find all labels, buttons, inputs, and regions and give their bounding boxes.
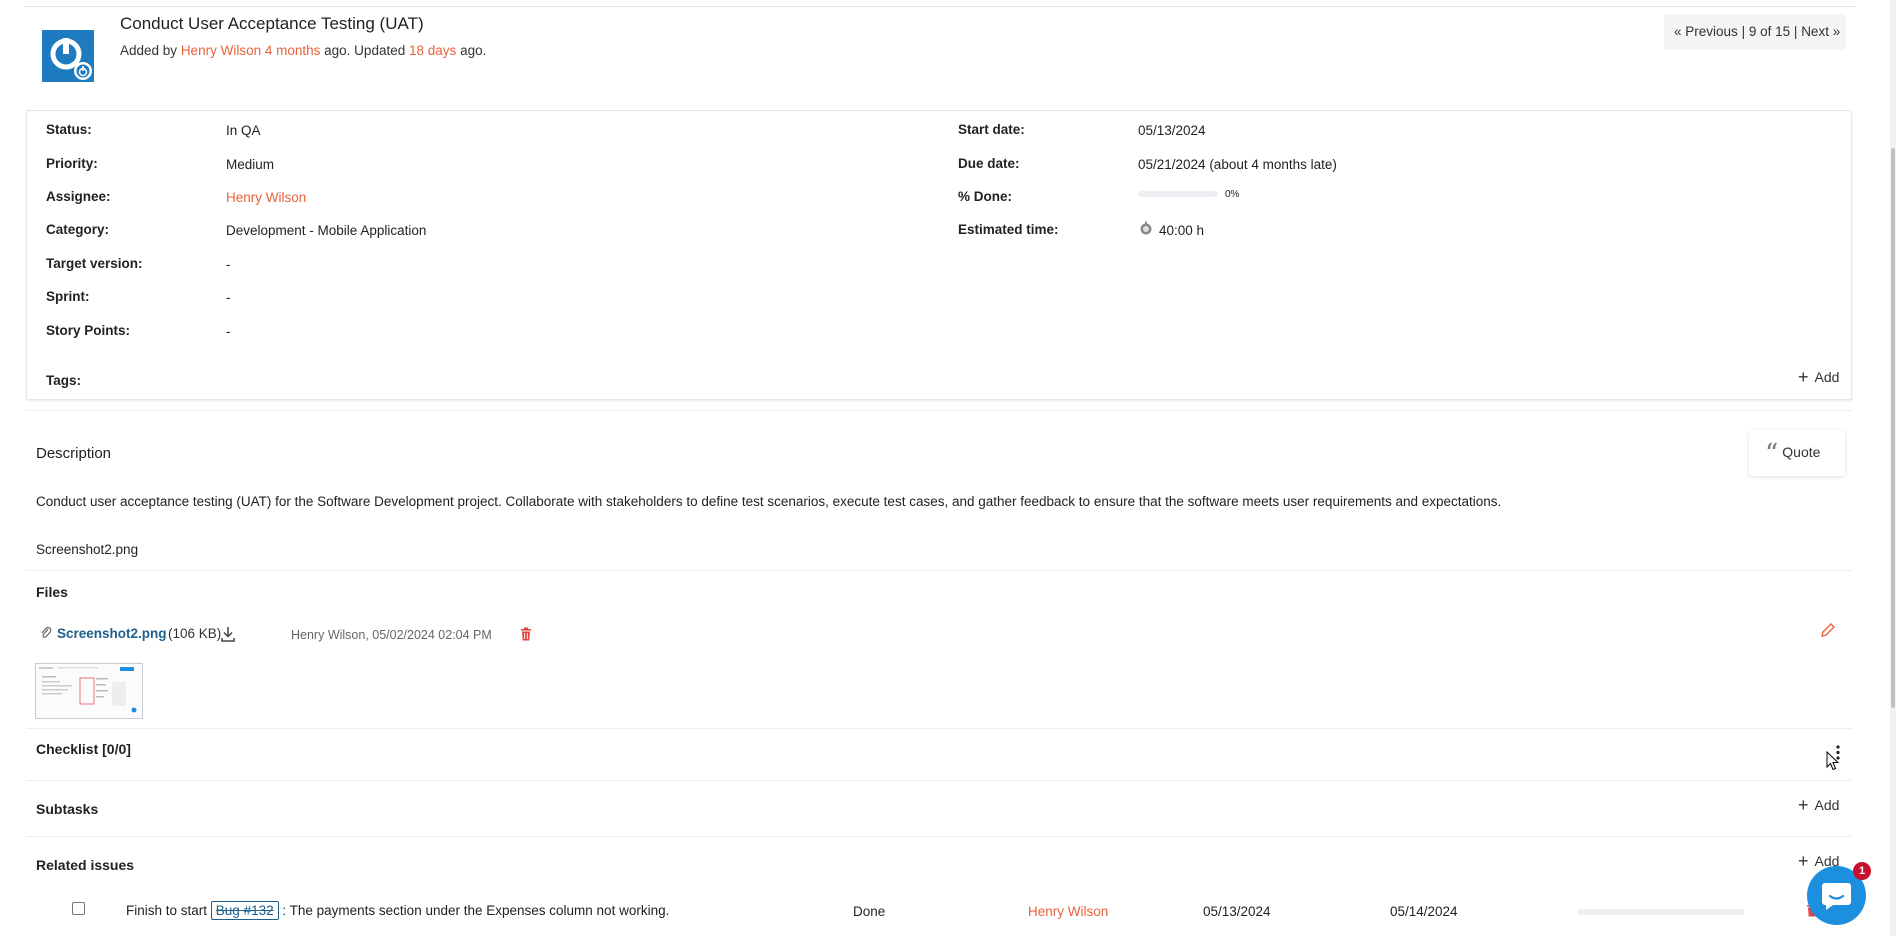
divider — [26, 836, 1852, 837]
pager-sep-1: | — [1741, 24, 1746, 39]
chat-badge-count: 1 — [1858, 865, 1866, 877]
attribute-label: Story Points: — [46, 323, 131, 338]
attribute-value: - — [226, 290, 231, 305]
download-icon[interactable] — [220, 626, 236, 645]
files-heading: Files — [36, 584, 68, 600]
divider — [26, 410, 1852, 411]
divider — [26, 780, 1852, 781]
done-label: % Done: — [958, 189, 1012, 204]
author-link[interactable]: Henry Wilson — [181, 43, 261, 58]
attributes-card — [26, 110, 1852, 400]
subtasks-heading: Subtasks — [36, 801, 99, 817]
add-tag-label: Add — [1814, 369, 1840, 385]
add-tag-button[interactable]: + Add — [1798, 366, 1839, 387]
related-issue-due-date: 05/14/2024 — [1390, 904, 1458, 919]
attribute-label: Category: — [46, 222, 110, 237]
checklist-heading: Checklist [0/0] — [36, 741, 131, 757]
issue-title: Conduct User Acceptance Testing (UAT) — [120, 14, 424, 33]
attribute-value: - — [226, 324, 231, 339]
description-heading: Description — [36, 445, 112, 462]
quote-button[interactable]: “Quote — [1749, 430, 1845, 476]
related-issues-heading: Related issues — [36, 857, 135, 873]
related-row-checkbox[interactable] — [72, 902, 85, 915]
estimated-time-label: Estimated time: — [958, 222, 1059, 237]
stopwatch-icon — [1139, 221, 1153, 235]
attribute-label: Target version: — [46, 256, 143, 271]
project-avatar — [42, 30, 94, 82]
updated-text: ago. Updated — [324, 43, 406, 58]
tags-label: Tags: — [46, 373, 82, 388]
screenshot-preview-image — [39, 667, 137, 713]
chat-unread-badge: 1 — [1853, 862, 1871, 880]
attribute-value-link[interactable]: Henry Wilson — [226, 190, 306, 205]
plus-icon: + — [1798, 795, 1809, 815]
scrollbar-thumb[interactable] — [1891, 148, 1895, 708]
divider — [26, 570, 1852, 571]
attribute-label: Status: — [46, 122, 92, 137]
quote-icon: “ — [1765, 439, 1779, 469]
start-date-value: 05/13/2024 — [1138, 123, 1206, 138]
description-text: Conduct user acceptance testing (UAT) fo… — [36, 494, 1502, 509]
related-row: Finish to start Bug #132 : The payments … — [126, 901, 669, 920]
added-by-text: Added by — [120, 43, 178, 58]
related-issue-progress-bar — [1578, 909, 1744, 915]
relation-type: Finish to start — [126, 903, 208, 918]
next-link[interactable]: Next » — [1801, 24, 1840, 39]
updated-ago-link[interactable]: 18 days — [409, 43, 456, 58]
paperclip-icon — [40, 626, 52, 643]
description-attachment-ref: Screenshot2.png — [36, 542, 139, 557]
related-issue-start-date: 05/13/2024 — [1203, 904, 1271, 919]
file-meta: Henry Wilson, 05/02/2024 02:04 PM — [291, 628, 492, 642]
edit-file-icon[interactable] — [1820, 622, 1836, 641]
pager-sep-2: | — [1793, 24, 1798, 39]
related-issue-link[interactable]: Bug #132 — [210, 901, 279, 920]
related-issue-status: Done — [853, 904, 886, 919]
mouse-cursor-icon — [1826, 750, 1840, 774]
done-progress-bar — [1138, 191, 1218, 197]
plus-icon: + — [1798, 367, 1809, 387]
related-issue-summary: : The payments section under the Expense… — [282, 903, 670, 918]
divider — [26, 728, 1852, 729]
issue-meta: Added by Henry Wilson 4 months ago. Upda… — [120, 43, 486, 58]
power-icon — [50, 38, 92, 80]
created-ago-link[interactable]: 4 months — [265, 43, 321, 58]
file-size: (106 KB) — [168, 626, 222, 641]
quote-label: Quote — [1782, 444, 1821, 460]
start-date-label: Start date: — [958, 122, 1025, 137]
ago-end-text: ago. — [460, 43, 487, 58]
done-value: 0% — [1225, 189, 1240, 200]
due-date-value: 05/21/2024 (about 4 months late) — [1138, 157, 1337, 172]
estimated-time-value: 40:00 h — [1159, 223, 1205, 238]
add-subtask-button[interactable]: + Add — [1798, 794, 1839, 815]
file-link[interactable]: Screenshot2.png — [57, 626, 167, 641]
attribute-label: Assignee: — [46, 189, 111, 204]
attribute-label: Sprint: — [46, 289, 90, 304]
attribute-value: - — [226, 257, 231, 272]
due-date-label: Due date: — [958, 156, 1020, 171]
attribute-value: Development - Mobile Application — [226, 223, 427, 238]
pager-position: 9 of 15 — [1748, 24, 1791, 39]
attribute-value: Medium — [226, 157, 275, 172]
delete-file-icon[interactable] — [520, 627, 532, 644]
related-issue-assignee[interactable]: Henry Wilson — [1028, 904, 1108, 919]
attribute-value: In QA — [226, 123, 261, 138]
pager: « Previous | 9 of 15 | Next » — [1664, 14, 1846, 50]
add-subtask-label: Add — [1814, 797, 1840, 813]
attribute-label: Priority: — [46, 156, 98, 171]
file-thumbnail[interactable] — [35, 663, 143, 719]
previous-link[interactable]: « Previous — [1674, 24, 1738, 39]
